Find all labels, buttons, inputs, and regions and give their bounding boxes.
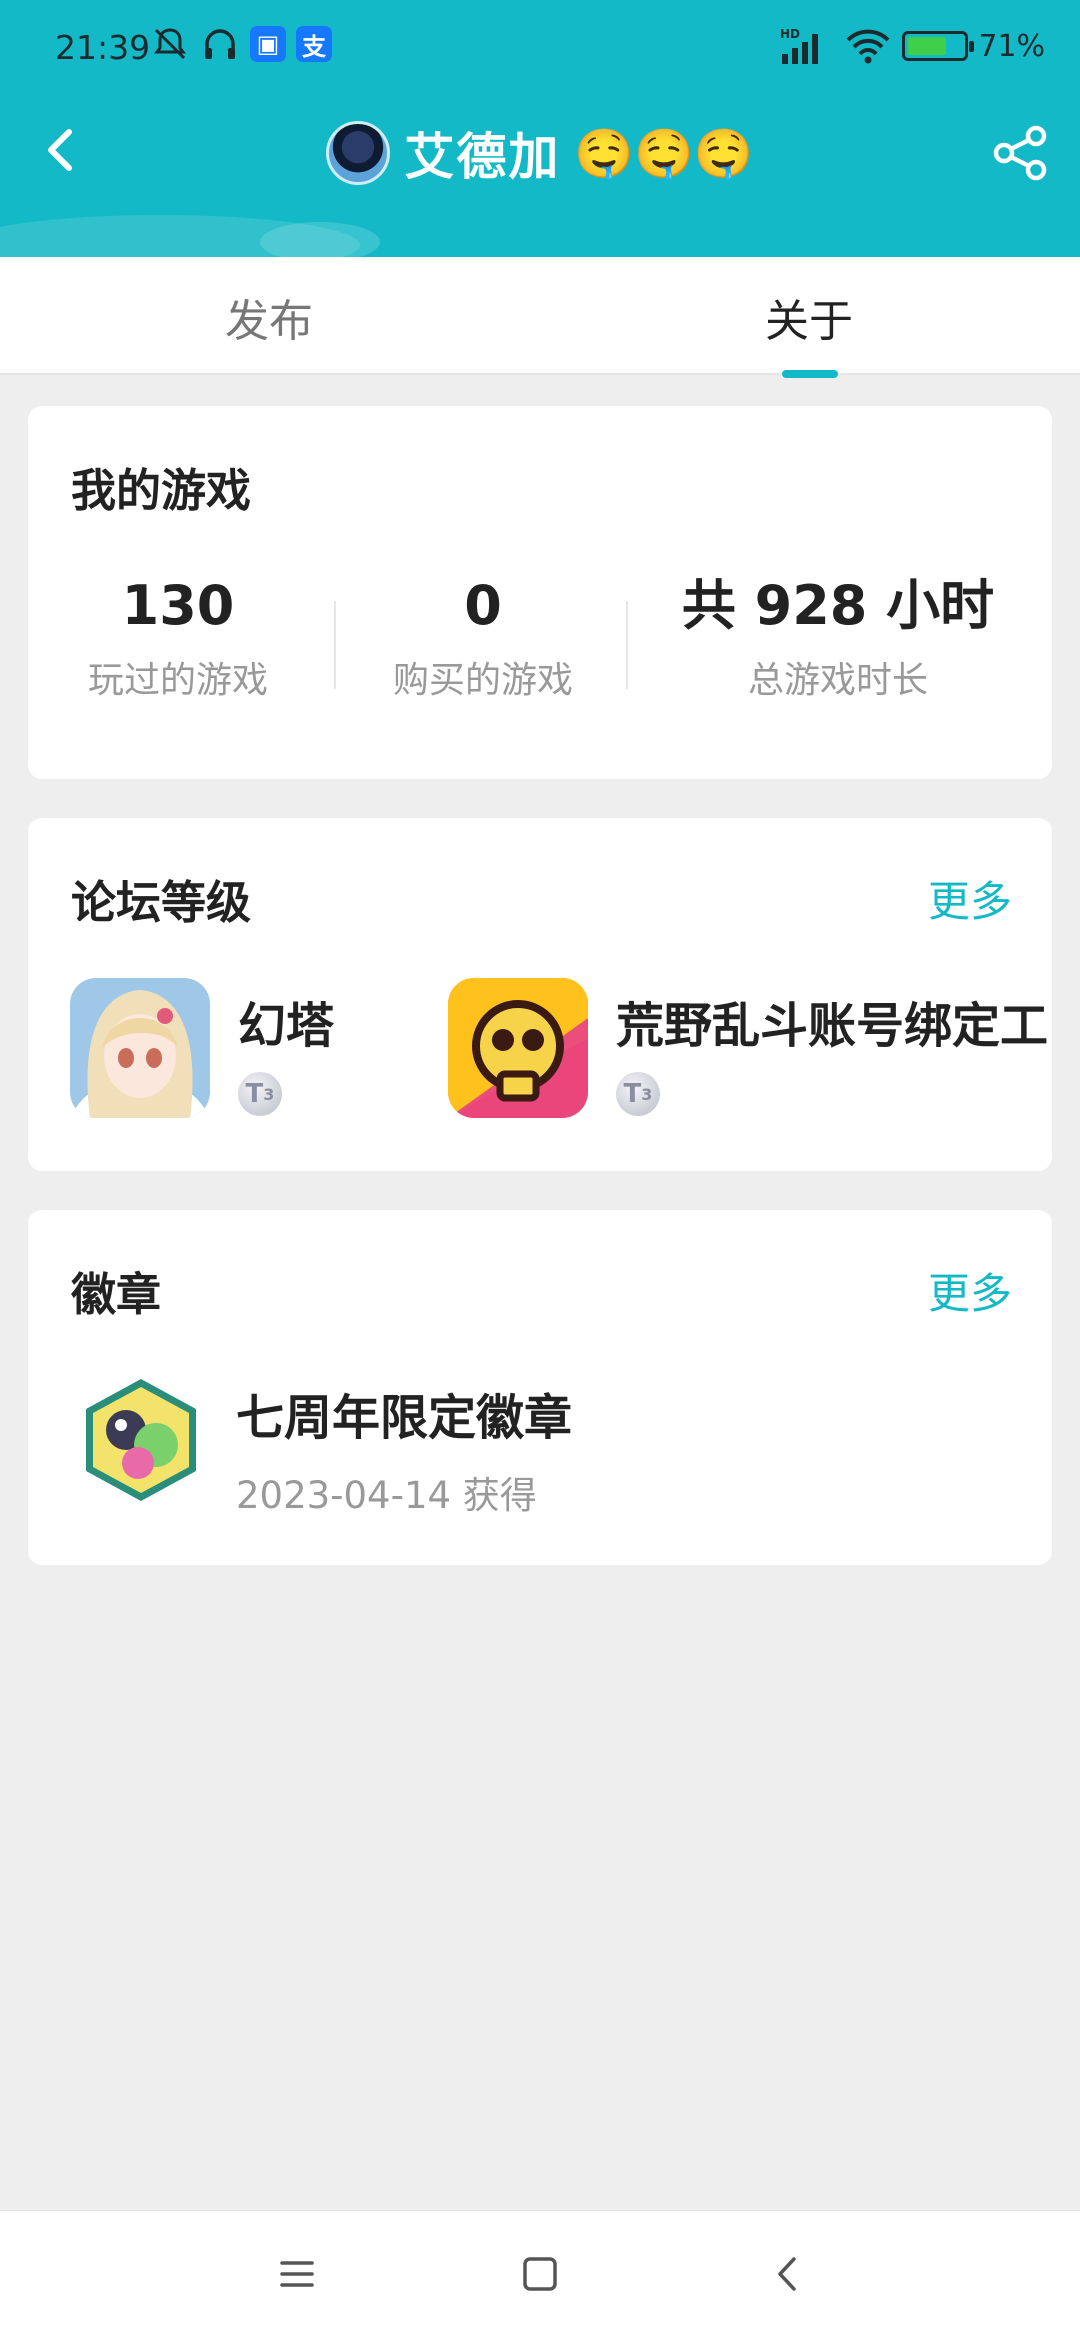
username-emojis: 🤤🤤🤤 bbox=[574, 125, 754, 182]
alipay-icon: 支 bbox=[296, 26, 332, 62]
stat-label: 玩过的游戏 bbox=[87, 660, 268, 701]
game-stats: 130 玩过的游戏 0 购买的游戏 共 928 小时 总游戏时长 bbox=[28, 571, 1052, 711]
status-time: 21:39 bbox=[55, 28, 151, 67]
stat-played-games[interactable]: 130 玩过的游戏 bbox=[28, 571, 328, 703]
stat-value: 0 bbox=[464, 574, 502, 637]
game-icon bbox=[70, 978, 210, 1118]
share-button[interactable] bbox=[990, 122, 1052, 184]
battery-icon bbox=[902, 31, 975, 61]
tab-about[interactable]: 关于 bbox=[765, 285, 853, 349]
divider bbox=[334, 601, 336, 689]
anniversary-badge-icon[interactable] bbox=[76, 1375, 206, 1505]
card-title: 论坛等级 bbox=[71, 876, 252, 929]
bell-muted-icon bbox=[154, 28, 186, 60]
active-tab-indicator bbox=[782, 370, 838, 378]
tab-bar: 发布 关于 bbox=[0, 257, 1080, 375]
stat-value: 130 bbox=[121, 574, 235, 637]
battery-percent: 71% bbox=[978, 28, 1045, 64]
signal-icon: HD bbox=[780, 27, 819, 64]
nav-back-button[interactable] bbox=[762, 2249, 812, 2299]
profile-header: 21:39 ▣ 支 HD 71% 艾德加 🤤🤤🤤 bbox=[0, 0, 1080, 257]
forum-level-card: 论坛等级 更多 幻塔 T3 荒野乱斗账号绑定工 T 3 bbox=[28, 818, 1052, 1171]
forum-item[interactable]: 幻塔 T3 bbox=[70, 978, 430, 1118]
card-title: 徽章 bbox=[71, 1268, 162, 1321]
stat-purchased-games[interactable]: 0 购买的游戏 bbox=[343, 571, 623, 703]
menu-button[interactable] bbox=[272, 2249, 322, 2299]
level-letter: T bbox=[245, 1079, 264, 1109]
menu-icon bbox=[280, 2261, 314, 2287]
my-games-card: 我的游戏 130 玩过的游戏 0 购买的游戏 共 928 小时 总游戏时长 bbox=[28, 406, 1052, 779]
stat-total-playtime[interactable]: 共 928 小时 总游戏时长 bbox=[638, 571, 1038, 703]
home-icon bbox=[523, 2257, 557, 2291]
tab-posts[interactable]: 发布 bbox=[225, 285, 313, 349]
level-badge: T3 bbox=[616, 1072, 660, 1116]
badge-date: 2023-04-14 获得 bbox=[236, 1474, 537, 1517]
stat-label: 总游戏时长 bbox=[747, 660, 928, 701]
headphones-icon bbox=[205, 29, 235, 59]
more-link[interactable]: 更多 bbox=[928, 868, 1012, 929]
status-notification-icons: ▣ 支 bbox=[150, 24, 332, 64]
forum-name: 荒野乱斗账号绑定工 bbox=[616, 998, 1049, 1054]
level-badge: T3 bbox=[238, 1072, 282, 1116]
username: 艾德加 bbox=[404, 128, 561, 186]
level-number: 3 bbox=[263, 1084, 275, 1104]
battery-fill bbox=[908, 37, 947, 55]
share-icon bbox=[993, 125, 1047, 181]
forum-name: 幻塔 bbox=[238, 998, 335, 1054]
level-number: 3 bbox=[641, 1084, 653, 1104]
profile-title: 艾德加 🤤🤤🤤 bbox=[0, 118, 1080, 188]
more-link[interactable]: 更多 bbox=[928, 1260, 1012, 1321]
status-system-icons: HD 71% bbox=[778, 26, 1045, 66]
stat-value: 共 928 小时 bbox=[681, 574, 995, 637]
badges-card: 徽章 更多 七周年限定徽章 2023-04-14 获得 bbox=[28, 1210, 1052, 1565]
card-title: 我的游戏 bbox=[71, 464, 252, 517]
status-bar: 21:39 ▣ 支 HD 71% bbox=[0, 0, 1080, 95]
badge-name: 七周年限定徽章 bbox=[236, 1390, 573, 1446]
level-letter: T bbox=[623, 1079, 642, 1109]
forum-item[interactable]: 荒野乱斗账号绑定工 T3 bbox=[448, 978, 1052, 1118]
divider bbox=[626, 601, 628, 689]
stat-label: 购买的游戏 bbox=[392, 660, 573, 701]
app-notification-icon: ▣ bbox=[250, 26, 286, 62]
wifi-icon bbox=[846, 29, 890, 64]
game-icon bbox=[448, 978, 588, 1118]
system-navigation-bar bbox=[0, 2210, 1080, 2340]
home-button[interactable] bbox=[515, 2249, 565, 2299]
header-decoration bbox=[260, 222, 380, 257]
back-icon bbox=[778, 2257, 796, 2291]
avatar[interactable] bbox=[326, 121, 391, 185]
network-label: HD bbox=[780, 27, 800, 41]
